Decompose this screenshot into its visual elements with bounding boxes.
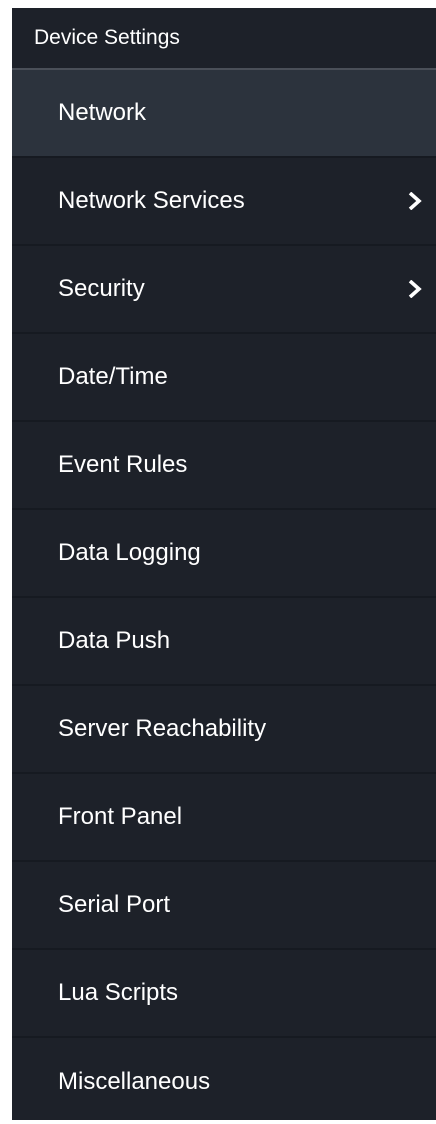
settings-menu: Network Network Services Security Date/T…: [12, 70, 436, 1120]
menu-item-serial-port[interactable]: Serial Port: [12, 862, 436, 950]
menu-item-label: Network Services: [58, 187, 245, 214]
menu-item-data-push[interactable]: Data Push: [12, 598, 436, 686]
menu-item-label: Network: [58, 99, 147, 126]
menu-item-lua-scripts[interactable]: Lua Scripts: [12, 950, 436, 1038]
menu-item-label: Data Push: [58, 627, 171, 654]
menu-item-label: Serial Port: [58, 891, 171, 918]
menu-item-label: Server Reachability: [58, 715, 267, 742]
device-settings-panel: Device Settings Network Network Services…: [12, 8, 436, 1120]
menu-item-data-logging[interactable]: Data Logging: [12, 510, 436, 598]
menu-item-label: Security: [58, 275, 145, 302]
menu-item-label: Data Logging: [58, 539, 201, 566]
menu-item-event-rules[interactable]: Event Rules: [12, 422, 436, 510]
chevron-right-icon: [408, 192, 422, 210]
panel-header: Device Settings: [12, 8, 436, 70]
menu-item-label: Lua Scripts: [58, 979, 179, 1006]
menu-item-server-reachability[interactable]: Server Reachability: [12, 686, 436, 774]
menu-item-network[interactable]: Network: [12, 70, 436, 158]
menu-item-date-time[interactable]: Date/Time: [12, 334, 436, 422]
menu-item-label: Front Panel: [58, 803, 183, 830]
panel-title: Device Settings: [34, 26, 180, 49]
menu-item-network-services[interactable]: Network Services: [12, 158, 436, 246]
menu-item-front-panel[interactable]: Front Panel: [12, 774, 436, 862]
menu-item-label: Event Rules: [58, 451, 188, 478]
menu-item-label: Miscellaneous: [58, 1068, 211, 1095]
menu-item-security[interactable]: Security: [12, 246, 436, 334]
menu-item-miscellaneous[interactable]: Miscellaneous: [12, 1038, 436, 1120]
menu-item-label: Date/Time: [58, 363, 168, 390]
chevron-right-icon: [408, 280, 422, 298]
